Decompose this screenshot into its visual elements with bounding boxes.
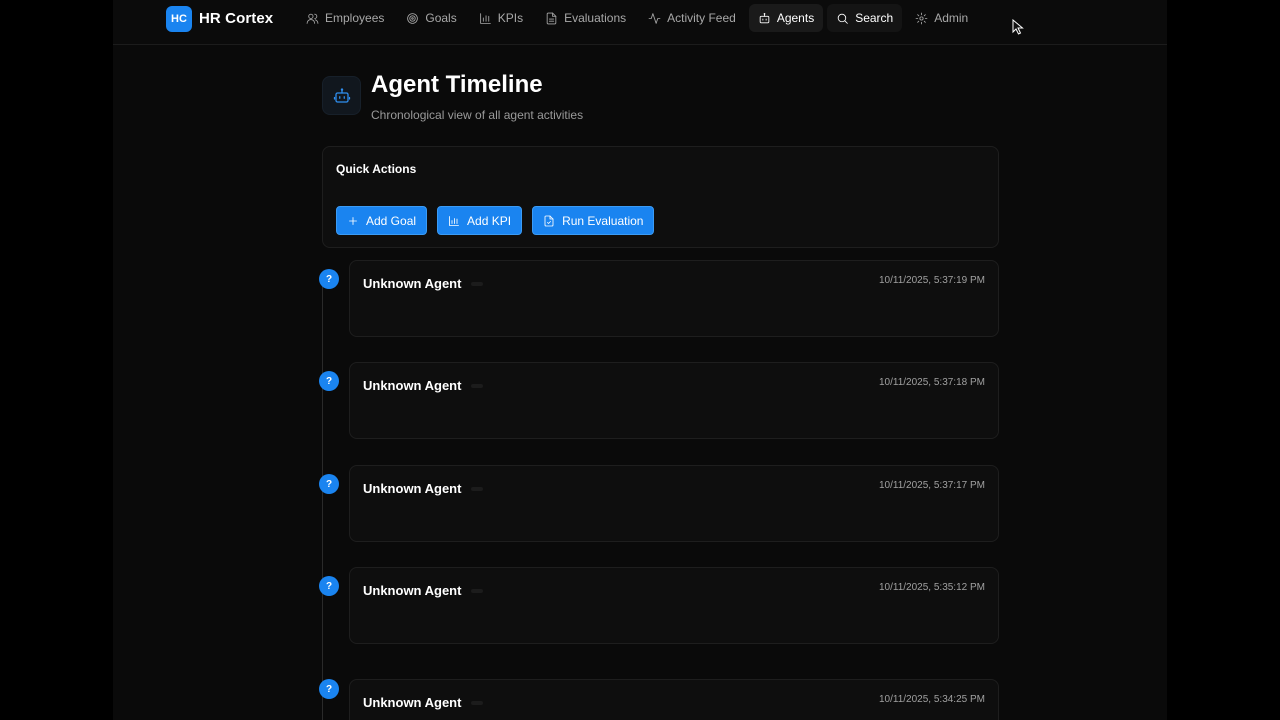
nav-item-search[interactable]: Search bbox=[827, 4, 903, 32]
brand[interactable]: HC HR Cortex bbox=[166, 5, 273, 32]
nav-label: Employees bbox=[325, 11, 385, 25]
nav-label: Search bbox=[855, 11, 894, 25]
quick-actions-title: Quick Actions bbox=[336, 162, 417, 176]
timestamp: 10/11/2025, 5:37:18 PM bbox=[878, 377, 985, 388]
page-title: Agent Timeline bbox=[371, 71, 543, 98]
cursor-icon bbox=[1012, 19, 1024, 35]
timeline-item: ? Unknown Agent 10/11/2025, 5:34:25 PM bbox=[319, 679, 999, 720]
timeline-card[interactable]: Unknown Agent 10/11/2025, 5:35:12 PM bbox=[349, 567, 999, 644]
question-icon: ? bbox=[319, 679, 339, 699]
timestamp: 10/11/2025, 5:37:19 PM bbox=[878, 275, 985, 286]
nav-label: KPIs bbox=[497, 11, 524, 25]
activity-icon bbox=[648, 12, 661, 24]
timeline-item: ? Unknown Agent 10/11/2025, 5:37:18 PM bbox=[319, 362, 999, 448]
timeline-item: ? Unknown Agent 10/11/2025, 5:35:12 PM bbox=[319, 567, 999, 653]
timestamp: 10/11/2025, 5:37:17 PM bbox=[878, 480, 985, 491]
top-nav: HC HR Cortex Employees Goals KPIs Evalua… bbox=[113, 0, 1167, 45]
page-subtitle: Chronological view of all agent activiti… bbox=[371, 108, 584, 122]
agent-tag bbox=[471, 701, 483, 705]
nav-item-admin[interactable]: Admin bbox=[906, 4, 977, 32]
nav-label: Agents bbox=[776, 11, 815, 25]
agent-name: Unknown Agent bbox=[363, 583, 462, 598]
timeline-card[interactable]: Unknown Agent 10/11/2025, 5:37:17 PM bbox=[349, 465, 999, 542]
gear-icon bbox=[915, 12, 928, 24]
question-icon: ? bbox=[319, 474, 339, 494]
add-goal-button[interactable]: Add Goal bbox=[336, 206, 428, 235]
file-icon bbox=[546, 12, 557, 24]
nav-label: Activity Feed bbox=[667, 11, 736, 25]
search-icon bbox=[837, 13, 848, 24]
agent-tag bbox=[471, 384, 483, 388]
file-check-icon bbox=[544, 215, 554, 226]
page-header: Agent Timeline Chronological view of all… bbox=[322, 71, 584, 122]
timeline-item: ? Unknown Agent 10/11/2025, 5:37:19 PM bbox=[319, 260, 999, 346]
nav-item-evaluations[interactable]: Evaluations bbox=[536, 4, 635, 32]
bot-icon bbox=[759, 12, 770, 23]
brand-logo: HC bbox=[166, 5, 192, 32]
nav-items: Employees Goals KPIs Evaluations Activit… bbox=[297, 4, 977, 32]
nav-label: Evaluations bbox=[564, 11, 627, 25]
timestamp: 10/11/2025, 5:35:12 PM bbox=[878, 582, 985, 593]
target-icon bbox=[407, 12, 419, 24]
question-icon: ? bbox=[319, 576, 339, 596]
bar-chart-icon bbox=[449, 215, 459, 226]
timestamp: 10/11/2025, 5:34:25 PM bbox=[878, 694, 985, 705]
bot-icon bbox=[333, 87, 350, 103]
agent-tag bbox=[471, 282, 483, 286]
nav-label: Goals bbox=[425, 11, 457, 25]
nav-item-kpis[interactable]: KPIs bbox=[470, 4, 532, 32]
plus-icon bbox=[349, 216, 357, 225]
agent-name: Unknown Agent bbox=[363, 276, 462, 291]
nav-item-goals[interactable]: Goals bbox=[397, 4, 465, 32]
agent-name: Unknown Agent bbox=[363, 695, 462, 710]
bar-chart-icon bbox=[479, 12, 491, 24]
timeline-item: ? Unknown Agent 10/11/2025, 5:37:17 PM bbox=[319, 465, 999, 551]
timeline-card[interactable]: Unknown Agent 10/11/2025, 5:34:25 PM bbox=[349, 679, 999, 720]
quick-actions-buttons: Add Goal Add KPI Run Evaluation bbox=[336, 206, 655, 235]
agent-name: Unknown Agent bbox=[363, 378, 462, 393]
agent-name: Unknown Agent bbox=[363, 481, 462, 496]
run-evaluation-button[interactable]: Run Evaluation bbox=[532, 206, 655, 235]
timeline-card[interactable]: Unknown Agent 10/11/2025, 5:37:18 PM bbox=[349, 362, 999, 439]
page-icon bbox=[322, 76, 361, 115]
nav-label: Admin bbox=[934, 11, 969, 25]
button-label: Add KPI bbox=[467, 213, 512, 228]
app-frame: HC HR Cortex Employees Goals KPIs Evalua… bbox=[113, 0, 1167, 720]
question-icon: ? bbox=[319, 371, 339, 391]
nav-item-employees[interactable]: Employees bbox=[297, 4, 393, 32]
question-icon: ? bbox=[319, 269, 339, 289]
brand-name: HR Cortex bbox=[199, 10, 274, 27]
agent-tag bbox=[471, 487, 483, 491]
users-icon bbox=[306, 13, 319, 24]
agent-tag bbox=[471, 589, 483, 593]
button-label: Run Evaluation bbox=[562, 213, 644, 228]
button-label: Add Goal bbox=[366, 213, 417, 228]
add-kpi-button[interactable]: Add KPI bbox=[437, 206, 523, 235]
timeline-card[interactable]: Unknown Agent 10/11/2025, 5:37:19 PM bbox=[349, 260, 999, 337]
nav-item-agents[interactable]: Agents bbox=[748, 4, 824, 32]
nav-item-activity-feed[interactable]: Activity Feed bbox=[639, 4, 745, 32]
quick-actions-card: Quick Actions Add Goal Add KPI Run Evalu… bbox=[322, 146, 999, 248]
